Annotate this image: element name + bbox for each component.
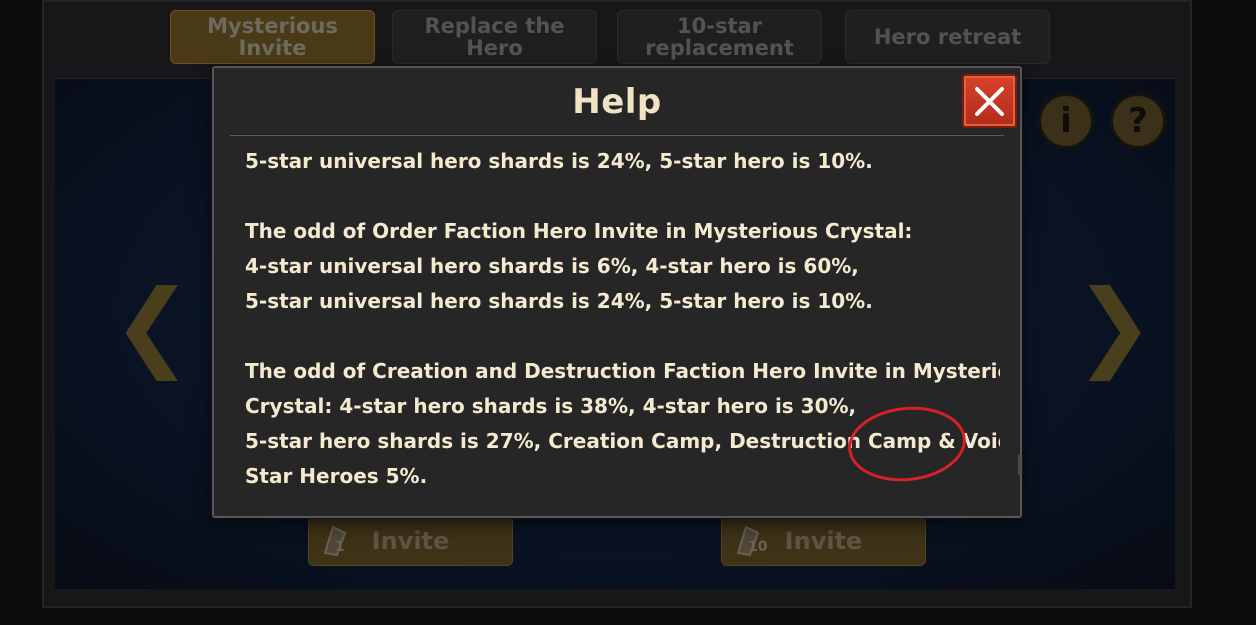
help-line: 5-star universal hero shards is 24%, 5-s… bbox=[245, 289, 873, 313]
invite-label: Invite bbox=[784, 527, 863, 555]
invite-1-button[interactable]: 1 Invite bbox=[308, 516, 513, 566]
invite-label: Invite bbox=[371, 527, 450, 555]
next-arrow-icon[interactable]: ❯ bbox=[1074, 277, 1154, 373]
tab-bar: Mysterious Invite Replace the Hero 10-st… bbox=[170, 10, 1050, 66]
tab-10-star-replacement[interactable]: 10-star replacement bbox=[617, 10, 822, 64]
previous-arrow-icon[interactable]: ❮ bbox=[112, 277, 192, 373]
info-icon[interactable]: i bbox=[1038, 93, 1094, 149]
tab-hero-retreat[interactable]: Hero retreat bbox=[845, 10, 1050, 64]
dialog-title: Help bbox=[572, 82, 662, 122]
help-line: The odd of Order Faction Hero Invite in … bbox=[245, 219, 913, 243]
close-icon bbox=[975, 87, 1004, 116]
scroll-indicator bbox=[1018, 455, 1021, 475]
tab-mysterious-invite[interactable]: Mysterious Invite bbox=[170, 10, 375, 64]
invite-10-button[interactable]: 10 Invite bbox=[721, 516, 926, 566]
close-button[interactable] bbox=[962, 74, 1017, 128]
help-line: 5-star universal hero shards is 24%, 5-s… bbox=[245, 149, 873, 173]
help-icon[interactable]: ? bbox=[1110, 93, 1166, 149]
tab-replace-the-hero[interactable]: Replace the Hero bbox=[392, 10, 597, 64]
title-divider bbox=[230, 135, 1004, 136]
help-line: The odd of Creation and Destruction Fact… bbox=[245, 359, 1000, 383]
help-line: 4-star universal hero shards is 6%, 4-st… bbox=[245, 254, 859, 278]
